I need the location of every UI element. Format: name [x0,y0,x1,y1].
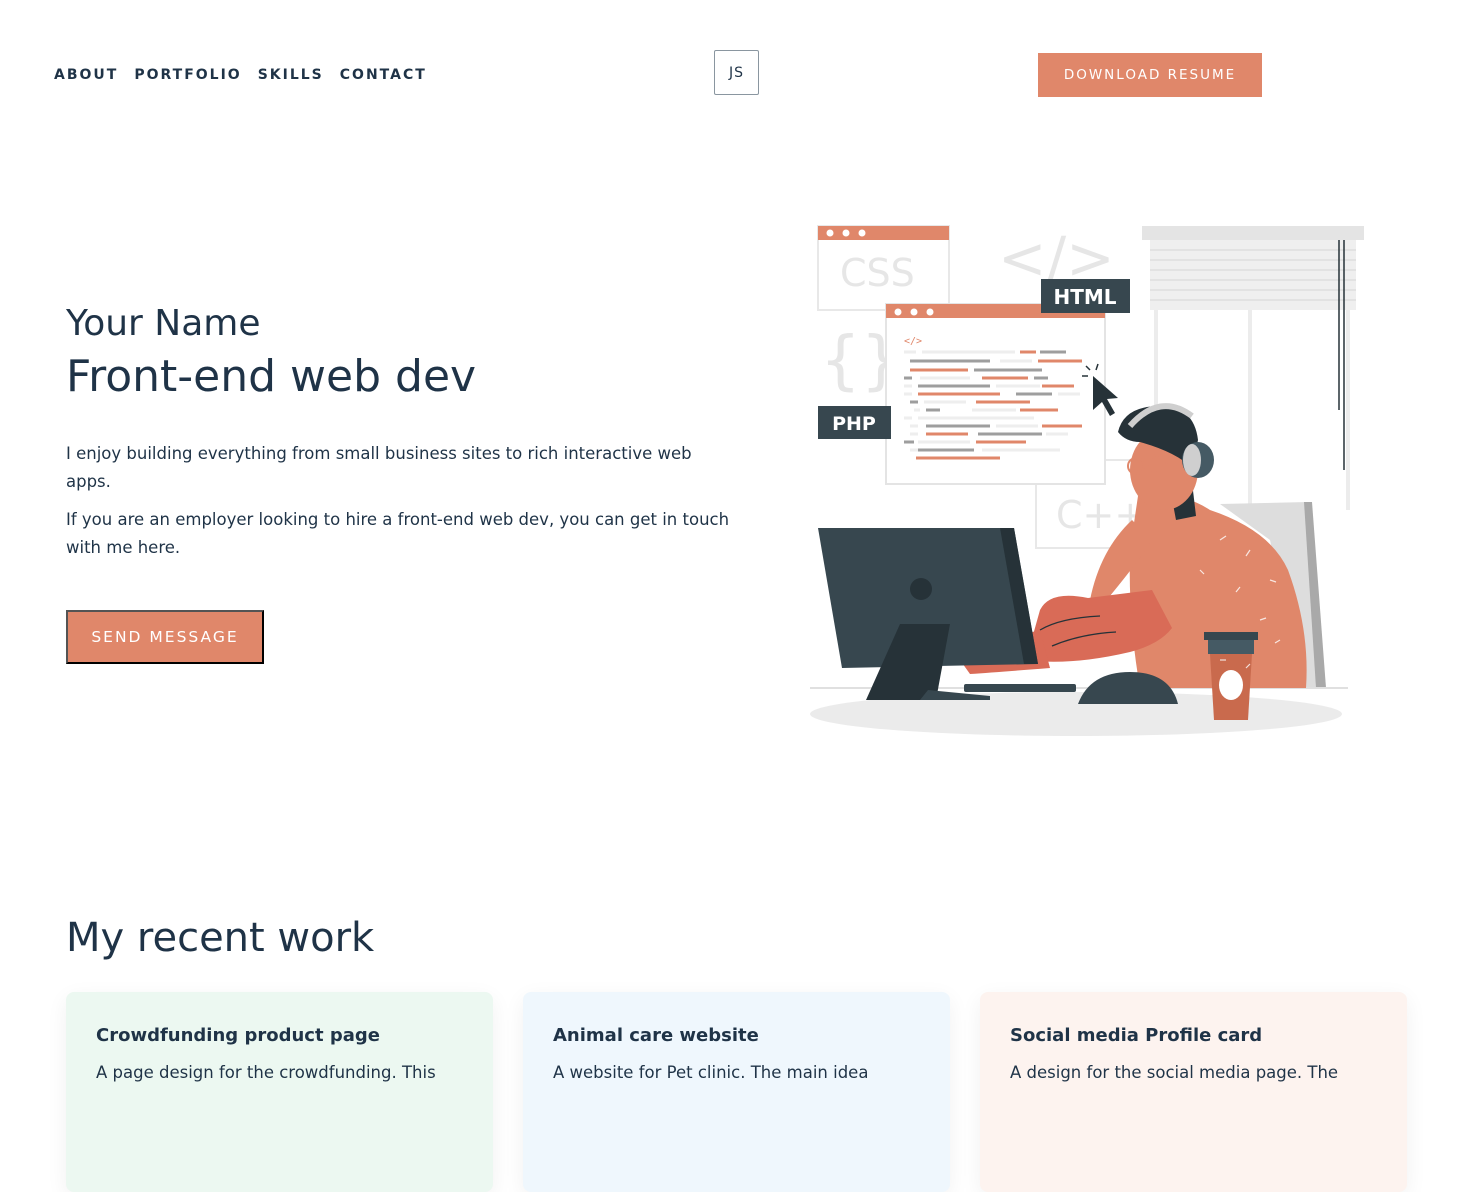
main-nav: ABOUT PORTFOLIO SKILLS CONTACT [54,66,443,84]
hero-paragraph-1: I enjoy building everything from small b… [66,444,692,491]
developer-illustration: CSS </> {} C++ </> HTML PHP [800,220,1370,740]
send-message-button[interactable]: SEND MESSAGE [66,610,264,664]
project-card-description: A website for Pet clinic. The main idea [553,1063,869,1082]
code-editor-window: </> [885,303,1106,485]
project-card-description: A page design for the crowdfunding. This [96,1063,436,1082]
hero-intro: Your Name Front-end web dev I enjoy buil… [66,300,736,562]
project-card-description: A design for the social media page. The [1010,1063,1339,1082]
hero-paragraph-2: If you are an employer looking to hire a… [66,510,730,557]
hero-role: Front-end web dev [66,351,477,402]
project-cards: Crowdfunding product page A page design … [66,992,1407,1192]
php-label: PHP [832,413,876,435]
php-badge: PHP [818,406,891,439]
recent-work-title: My recent work [66,915,375,961]
html-label: HTML [1053,285,1116,309]
computer-monitor [818,528,1038,700]
project-card[interactable]: Animal care website A website for Pet cl… [523,992,950,1192]
project-card-title: Social media Profile card [1010,1025,1263,1046]
site-logo[interactable]: JS [714,50,759,95]
nav-link-skills[interactable]: SKILLS [258,66,324,84]
nav-link-contact[interactable]: CONTACT [340,66,427,84]
project-card[interactable]: Crowdfunding product page A page design … [66,992,493,1192]
project-card-title: Crowdfunding product page [96,1025,380,1046]
nav-link-about[interactable]: ABOUT [54,66,118,84]
nav-link-portfolio[interactable]: PORTFOLIO [134,66,241,84]
css-label: CSS [840,251,915,295]
download-resume-button[interactable]: DOWNLOAD RESUME [1038,53,1262,97]
project-card[interactable]: Social media Profile card A design for t… [980,992,1407,1192]
css-window: CSS [817,225,950,311]
svg-text:</>: </> [904,336,922,347]
site-header: ABOUT PORTFOLIO SKILLS CONTACT JS DOWNLO… [0,0,1466,150]
hero-name: Your Name [66,303,261,344]
html-badge: HTML [1041,279,1130,313]
project-card-title: Animal care website [553,1025,759,1046]
